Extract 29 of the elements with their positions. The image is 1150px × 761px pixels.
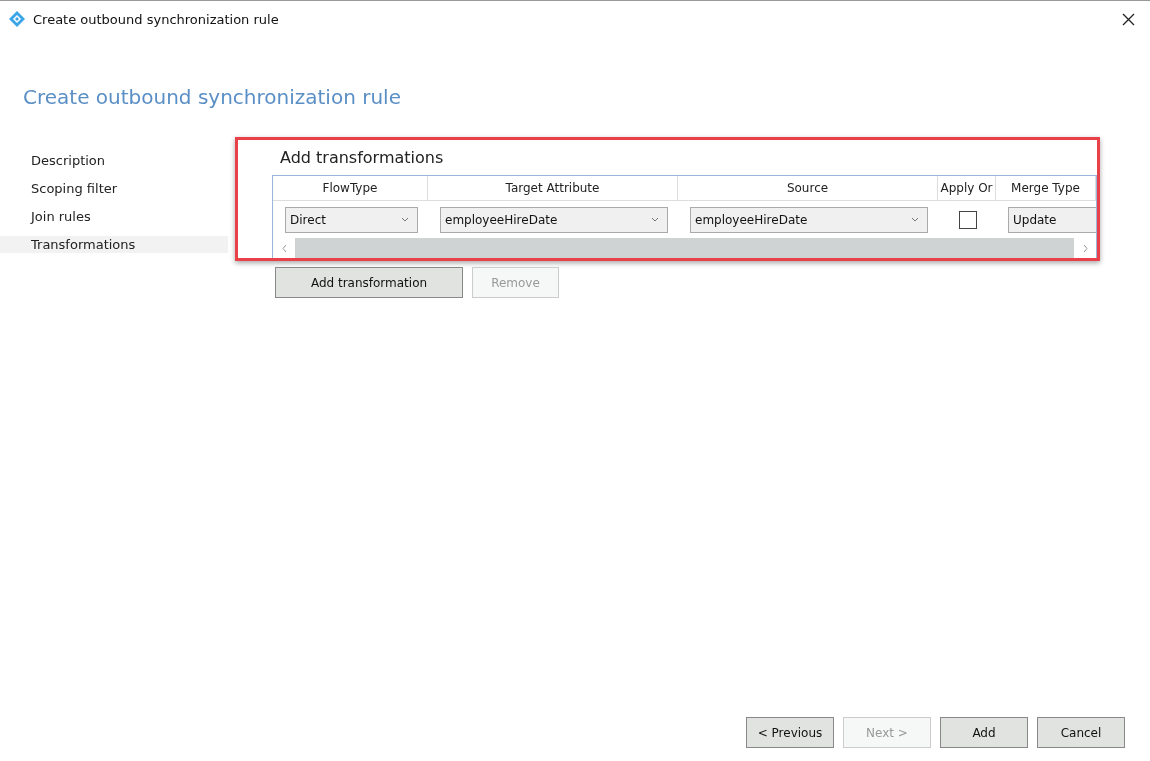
column-header: Merge Type [996,176,1096,201]
nav-item[interactable]: Scoping filter [0,180,228,197]
table-button[interactable]: Add transformation [275,267,463,298]
dropdown[interactable]: employeeHireDate [440,206,668,233]
window-title: Create outbound synchronization rule [33,11,280,27]
footer-button[interactable]: Add [940,717,1028,748]
footer-button[interactable]: < Previous [746,717,834,748]
chevron-down-icon [911,217,919,222]
footer-button[interactable]: Cancel [1037,717,1125,748]
column-header: Source [678,176,938,201]
chevron-down-icon [651,217,659,222]
chevron-right-icon[interactable] [1082,243,1088,253]
section-title: Add transformations [280,148,445,167]
checkbox[interactable] [959,210,977,229]
page-heading: Create outbound synchronization rule [23,85,402,109]
chevron-left-icon[interactable] [281,243,287,253]
column-header: Apply Or [938,176,996,201]
dropdown[interactable]: employeeHireDate [690,206,928,233]
nav-item[interactable]: Join rules [0,208,228,225]
column-header: Target Attribute [428,176,678,201]
chevron-down-icon [401,217,409,222]
close-icon [1121,12,1135,26]
dropdown[interactable]: Direct [285,206,418,233]
nav-item[interactable]: Description [0,152,228,169]
input-field[interactable]: Update [1008,206,1096,233]
nav-item[interactable]: Transformations [0,236,228,253]
column-header: FlowType [273,176,428,201]
horizontal-scrollbar[interactable] [273,238,1096,258]
app-logo-icon [8,10,26,28]
